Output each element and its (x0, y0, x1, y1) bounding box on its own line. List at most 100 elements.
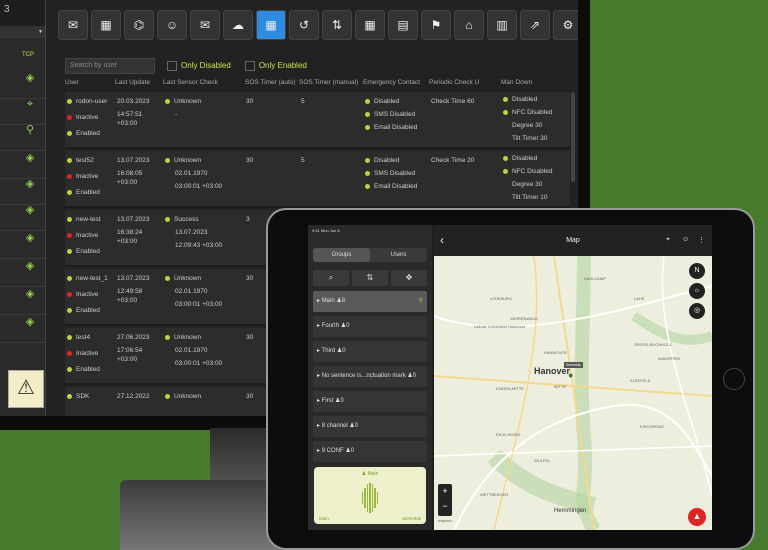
grid-icon[interactable]: ▦ (355, 10, 385, 40)
pin-icon: ◈ (25, 204, 35, 216)
map-view[interactable]: LEDEBURG VAHRENWALD LAHE Leibniz Univers… (434, 256, 712, 530)
left-row[interactable]: ◈ (0, 260, 45, 287)
cloud-upload-icon[interactable]: ☁ (223, 10, 253, 40)
scrollbar[interactable] (571, 92, 575, 182)
left-row[interactable]: ⚲ (0, 124, 45, 151)
warning-icon[interactable]: ⚠ (8, 370, 44, 408)
mail-icon[interactable]: ✉ (58, 10, 88, 40)
user-name: SDK (67, 393, 89, 400)
group-item[interactable]: ▸ First ♟0 (313, 391, 427, 412)
group-item[interactable]: ▸ Third ♟0 (313, 341, 427, 362)
checkbox[interactable] (167, 61, 177, 71)
map-label: LINDEN-MITTE (496, 386, 524, 391)
home-button[interactable] (723, 368, 745, 390)
group-item[interactable]: ▸ No sentence is...nctuation mark ♟0 (313, 366, 427, 387)
tab-groups[interactable]: Groups (313, 248, 370, 262)
layers-icon[interactable]: ◎ (689, 303, 705, 319)
left-row[interactable]: ◈ (0, 152, 45, 179)
only-enabled-filter[interactable]: Only Enabled (244, 61, 307, 71)
compass-icon[interactable]: N (689, 263, 705, 279)
map-label: KLEEFELD (630, 378, 651, 383)
left-panel-dropdown[interactable]: ▾ (0, 26, 45, 38)
user-icon[interactable]: ☺ (682, 236, 689, 243)
left-row[interactable]: ◈ (0, 232, 45, 259)
last-update-time: 12:49:58 (117, 288, 143, 295)
col-user[interactable]: User (65, 79, 79, 86)
col-sos-auto[interactable]: SOS Timer (auto) (245, 79, 296, 86)
move-icon[interactable]: ✥ (391, 270, 427, 286)
export-icon[interactable]: ⇗ (520, 10, 550, 40)
user-circle-icon[interactable]: ☺ (157, 10, 187, 40)
network-icon[interactable]: ⌬ (124, 10, 154, 40)
location-icon[interactable]: ⌖ (666, 236, 670, 244)
tab-users[interactable]: Users (370, 248, 427, 262)
ptt-channel: ♟ Main (361, 471, 379, 477)
settings-icon[interactable]: ⚙ (553, 10, 578, 40)
group-item[interactable]: ▸ 9 CONF ♟0 (313, 441, 427, 462)
left-row[interactable]: ⌖ (0, 98, 45, 125)
map-attribution: mapbox (438, 518, 453, 523)
col-sensor-check[interactable]: Last Sensor Check (163, 79, 218, 86)
left-row[interactable]: ◈ (0, 204, 45, 231)
user-name: test52 (67, 157, 94, 164)
group-name: First (321, 398, 334, 404)
sort-icon[interactable]: ⇅ (322, 10, 352, 40)
ptt-left-label: Main (319, 516, 329, 521)
map-label: SAHLKAMP (584, 276, 606, 281)
user-name: new-test (67, 216, 101, 223)
user-count-icon: ♟ (343, 448, 351, 454)
only-disabled-filter[interactable]: Only Disabled (167, 61, 231, 71)
table-row[interactable]: rodon-user Inactive Enabled 20.03.2023 14:57… (65, 92, 570, 149)
map-label: KIRCHRODE (640, 424, 665, 429)
search-icon[interactable]: ⌕ (313, 270, 349, 286)
status-enabled: Enabled (67, 307, 100, 314)
tabs: Groups Users (313, 248, 427, 262)
pin-icon: ⚲ (418, 298, 423, 304)
tablet-screen: 9:41 Mon Jun 8 Groups Users ⌕ ⇅ ✥ ▸ Main… (308, 225, 712, 530)
calendar-active-icon[interactable]: ▦ (256, 10, 286, 40)
group-name: 8 channel (321, 423, 348, 429)
col-sos-manual[interactable]: SOS Timer (manual) (299, 79, 358, 86)
zoom-in-button[interactable]: + (438, 484, 452, 499)
col-periodic[interactable]: Periodic Check U (429, 79, 479, 86)
group-item[interactable]: ▸ 8 channel ♟0 (313, 416, 427, 437)
group-count: 0 (412, 373, 417, 379)
sensor-time: 12:09:43 +03:00 (175, 242, 223, 249)
zoom-control: + − (438, 484, 452, 516)
mandown-item: Tilt Timer 30 (512, 135, 548, 142)
crane-icon[interactable]: ⌂ (454, 10, 484, 40)
map-add-icon[interactable]: ▤ (388, 10, 418, 40)
ptt-button[interactable]: ♟ Main Main Semerlak (314, 467, 426, 524)
last-update-date: 20.03.2023 (117, 98, 150, 105)
map-header: ‹ Map ⌖ ☺ ⋮ (434, 225, 712, 256)
warning-icon[interactable]: ▲ (688, 508, 706, 526)
group-item[interactable]: ▸ Main ♟8 ⚲ (313, 291, 427, 312)
left-row[interactable]: ◈ (0, 178, 45, 205)
map-pin-icon[interactable]: ● (568, 370, 573, 380)
history-icon[interactable]: ↺ (289, 10, 319, 40)
col-man-down[interactable]: Man Down (501, 79, 532, 86)
mail-send-icon[interactable]: ✉ (190, 10, 220, 40)
zoom-out-button[interactable]: − (438, 499, 452, 514)
left-row[interactable]: ◈ (0, 72, 45, 99)
sort-icon[interactable]: ⇅ (352, 270, 388, 286)
sensor-time: 03:00:01 +03:00 (175, 183, 223, 190)
checkbox[interactable] (244, 61, 255, 71)
status-inactive: Inactive (67, 173, 98, 180)
col-last-update[interactable]: Last Update (115, 79, 150, 86)
calendar-icon[interactable]: ▦ (91, 10, 121, 40)
group-count: 0 (342, 348, 346, 354)
map-flag-icon[interactable]: ⚑ (421, 10, 451, 40)
user-count-icon: ♟ (334, 298, 342, 304)
map-exit-icon[interactable]: ▥ (487, 10, 517, 40)
sun-icon[interactable]: ☼ (689, 283, 705, 299)
table-row[interactable]: test52 Inactive Enabled 13.07.2023 16:08:05 +… (65, 151, 570, 208)
col-emergency[interactable]: Emergency Contact (363, 79, 420, 86)
more-icon[interactable]: ⋮ (698, 236, 705, 244)
left-row[interactable]: ◈ (0, 288, 45, 315)
sos-manual: 5 (301, 157, 305, 164)
left-row[interactable]: ◈ (0, 316, 45, 343)
filter-bar: Search by user Only Disabled Only Enable… (65, 58, 307, 74)
group-item[interactable]: ▸ Fourth ♟0 (313, 316, 427, 337)
search-input[interactable]: Search by user (65, 58, 155, 74)
